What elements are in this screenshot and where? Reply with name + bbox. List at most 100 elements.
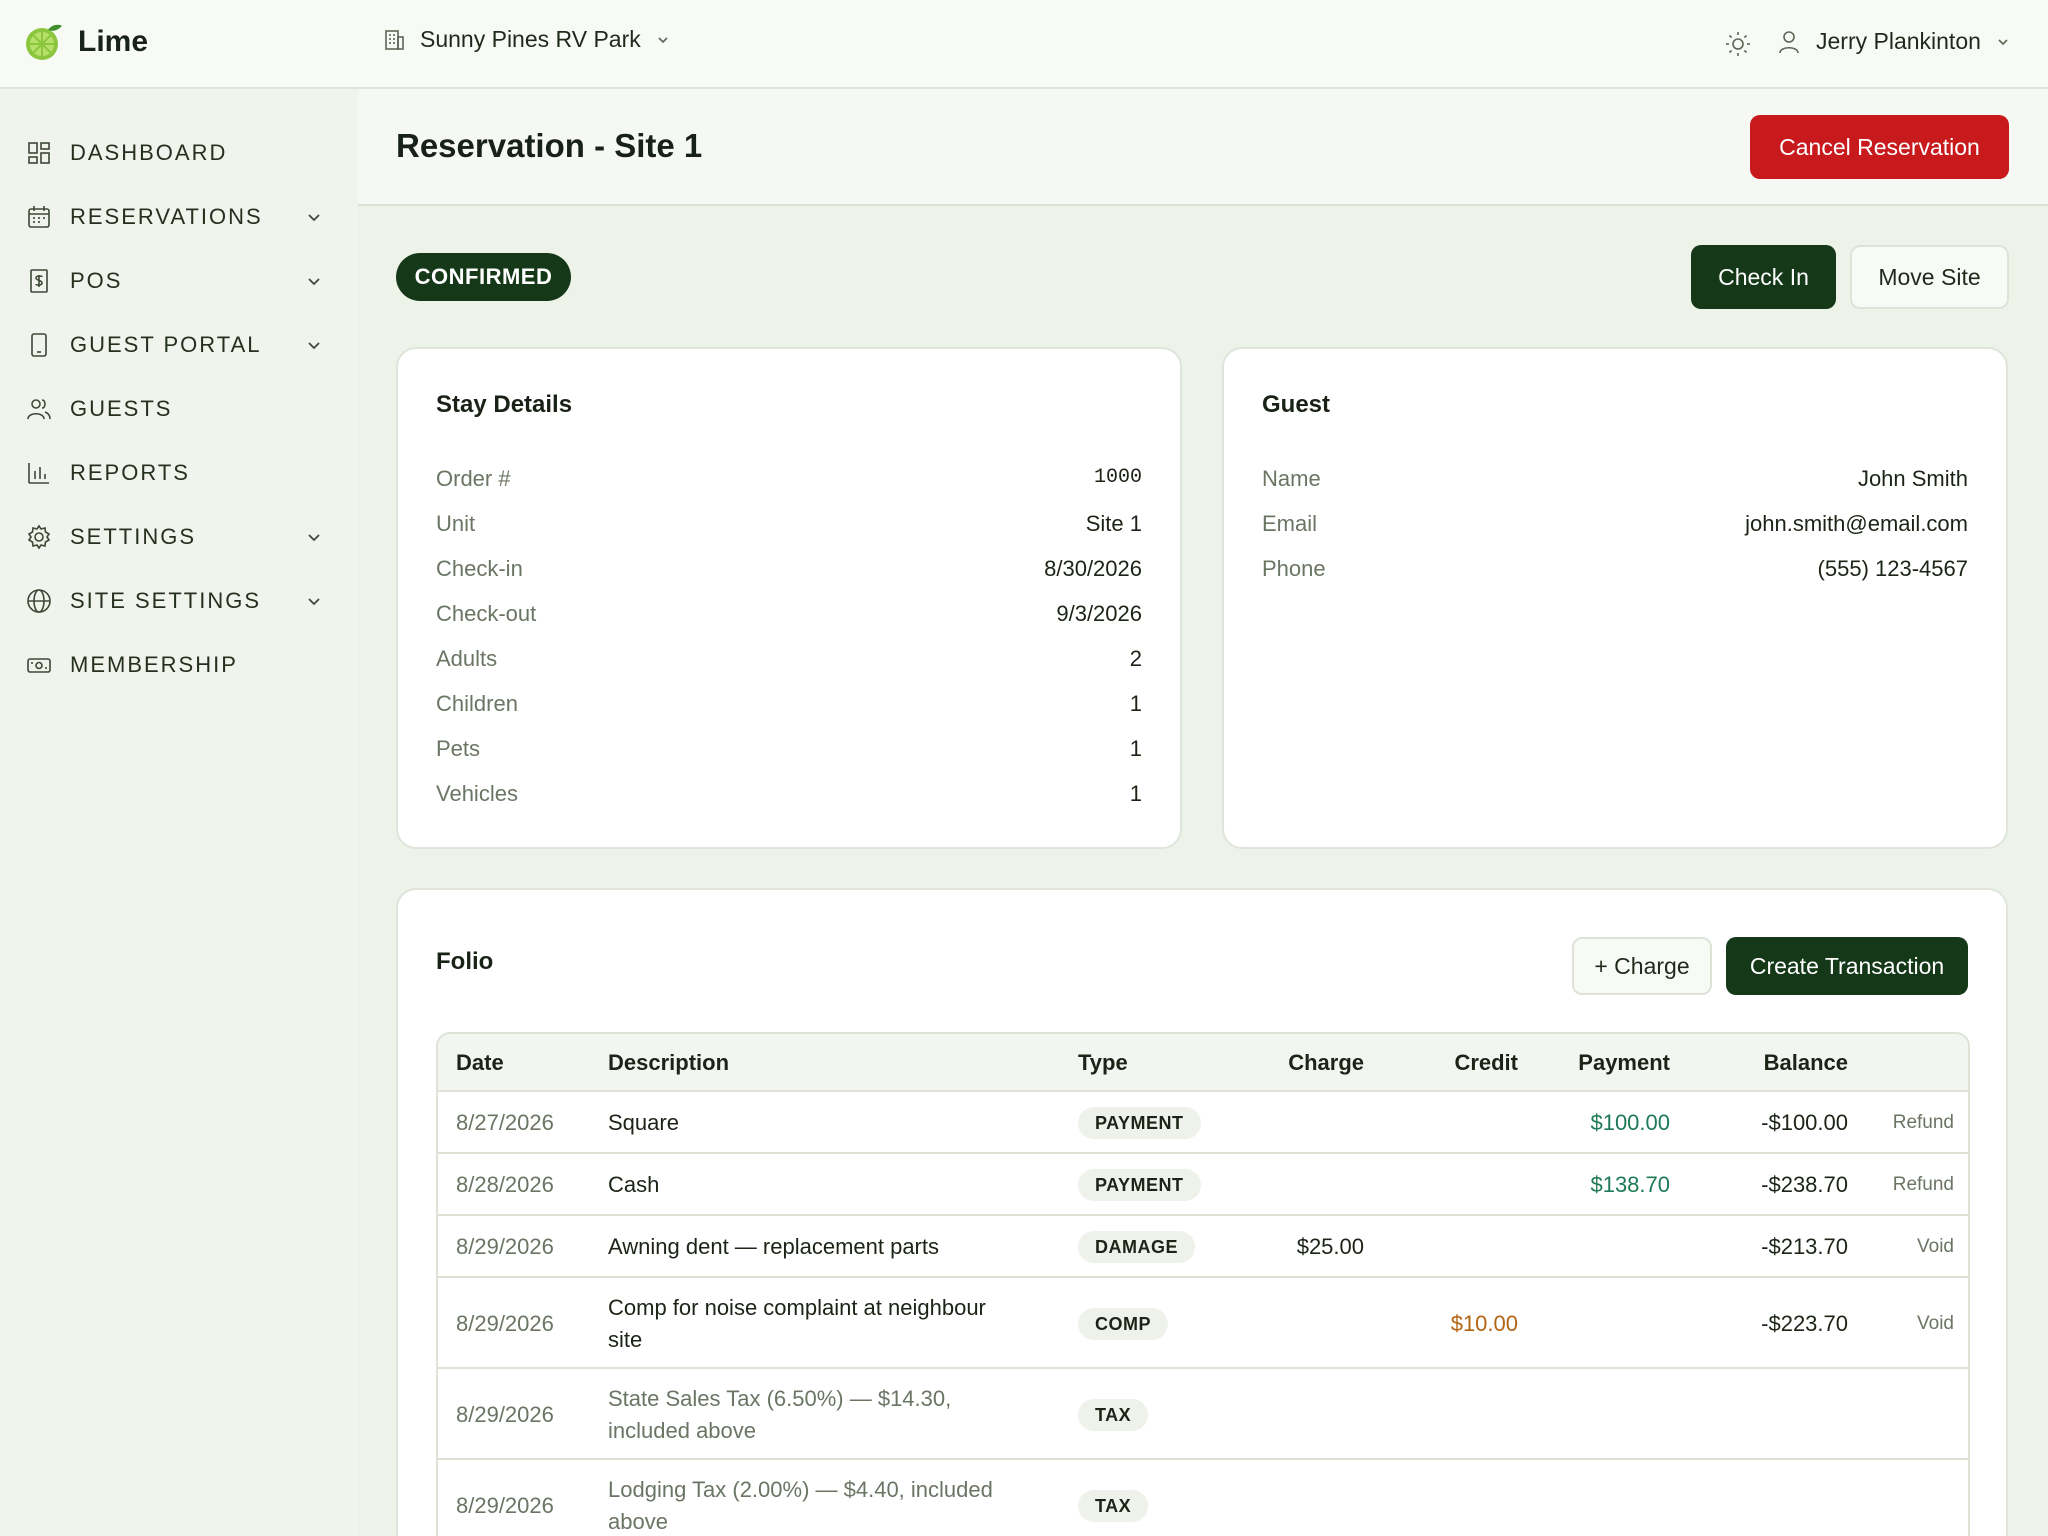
sidebar-item-label: MEMBERSHIP <box>70 652 238 677</box>
cancel-reservation-button[interactable]: Cancel Reservation <box>1750 115 2009 179</box>
membership-card-icon <box>27 658 51 673</box>
stay-row: Check-out 9/3/2026 <box>436 601 1142 631</box>
user-icon <box>1779 30 1799 53</box>
sidebar: DASHBOARD RESERVATIONS POS GUEST PORTAL GUES… <box>0 89 358 1536</box>
column-header[interactable]: Date <box>456 1050 504 1076</box>
chevron-down-icon <box>1998 38 2008 45</box>
user-menu[interactable]: Jerry Plankinton <box>1776 28 2011 55</box>
refund-link[interactable]: Refund <box>1893 1112 1954 1134</box>
sidebar-item-label: SITE SETTINGS <box>70 588 262 613</box>
receipt-icon <box>30 269 48 293</box>
guest-label: Phone <box>1262 556 1326 581</box>
sidebar-item-dashboard[interactable]: DASHBOARD <box>26 133 336 173</box>
page-title: Reservation - Site 1 <box>396 127 703 164</box>
chevron-down-icon <box>658 36 668 43</box>
column-header[interactable]: Description <box>608 1050 729 1076</box>
chevron-down-icon <box>308 342 320 350</box>
park-selector[interactable]: Sunny Pines RV Park <box>382 26 671 53</box>
check-in-button[interactable]: Check In <box>1691 245 1836 309</box>
move-site-button[interactable]: Move Site <box>1850 245 2009 309</box>
sidebar-item-settings[interactable]: SETTINGS <box>26 517 336 557</box>
row-description-cont: site <box>608 1327 643 1352</box>
sidebar-item-site-settings[interactable]: SITE SETTINGS <box>26 581 336 621</box>
sidebar-item-reports[interactable]: REPORTS <box>26 453 336 493</box>
bar-chart-icon <box>28 463 49 484</box>
row-description: Square <box>608 1110 679 1135</box>
row-charge: $25.00 <box>1296 1234 1364 1259</box>
stay-label: Order # <box>436 466 511 491</box>
dashboard-icon <box>28 142 50 164</box>
guest-row: Name John Smith <box>1262 466 1968 496</box>
column-header[interactable]: Charge <box>1288 1050 1364 1076</box>
row-balance: -$100.00 <box>1761 1110 1848 1135</box>
page-header: Reservation - Site 1 Cancel Reservation <box>358 89 2048 206</box>
row-payment: $138.70 <box>1590 1172 1670 1197</box>
status-badge: CONFIRMED <box>396 253 571 301</box>
guest-title: Guest <box>1262 391 1331 418</box>
sidebar-item-reservations[interactable]: RESERVATIONS <box>26 197 336 237</box>
stay-row: Adults 2 <box>436 646 1142 676</box>
row-date: 8/27/2026 <box>456 1110 554 1135</box>
row-date: 8/28/2026 <box>456 1172 554 1197</box>
sidebar-item-pos[interactable]: POS <box>26 261 336 301</box>
sidebar-item-label: GUESTS <box>70 396 173 421</box>
void-link[interactable]: Void <box>1917 1313 1954 1335</box>
app-logo[interactable]: Lime <box>24 22 148 62</box>
folio-table: Date Description Type Charge Credit Payment Ba… <box>436 1032 1970 1536</box>
row-description: Lodging Tax (2.00%) — $4.40, included <box>608 1477 993 1502</box>
chevron-down-icon <box>308 598 320 606</box>
table-row[interactable]: 8/29/2026 Comp for noise complaint at nei… <box>438 1278 1968 1369</box>
row-description: Awning dent — replacement parts <box>608 1234 939 1259</box>
stay-value: 8/30/2026 <box>1044 556 1142 581</box>
stay-value: 1000 <box>1093 466 1142 489</box>
sidebar-item-guests[interactable]: GUESTS <box>26 389 336 429</box>
guest-value: john.smith@email.com <box>1745 511 1968 536</box>
stay-details-card: Stay Details Order # 1000 Unit Site 1 Check-… <box>396 347 1182 849</box>
add-charge-button[interactable]: + Charge <box>1572 937 1712 995</box>
sun-icon <box>1726 32 1750 56</box>
calendar-icon <box>28 206 50 228</box>
void-link[interactable]: Void <box>1917 1236 1954 1258</box>
table-row[interactable]: 8/27/2026 Square PAYMENT $100.00 -$100.00 Ref… <box>438 1092 1968 1154</box>
theme-toggle[interactable] <box>1724 30 1752 58</box>
type-badge: PAYMENT <box>1078 1107 1201 1139</box>
create-transaction-button[interactable]: Create Transaction <box>1726 937 1968 995</box>
building-icon <box>385 29 404 50</box>
table-row[interactable]: 8/29/2026 Lodging Tax (2.00%) — $4.40, in… <box>438 1460 1968 1536</box>
column-header[interactable]: Credit <box>1454 1050 1518 1076</box>
sidebar-item-label: REPORTS <box>70 460 190 485</box>
sidebar-item-membership[interactable]: MEMBERSHIP <box>26 645 336 685</box>
column-header[interactable]: Balance <box>1764 1050 1848 1076</box>
table-row[interactable]: 8/28/2026 Cash PAYMENT $138.70 -$238.70 Refun… <box>438 1154 1968 1216</box>
refund-link[interactable]: Refund <box>1893 1174 1954 1196</box>
stay-row: Children 1 <box>436 691 1142 721</box>
column-header[interactable]: Payment <box>1578 1050 1670 1076</box>
sidebar-item-label: RESERVATIONS <box>70 204 263 229</box>
column-header[interactable]: Type <box>1078 1050 1128 1076</box>
stay-row: Check-in 8/30/2026 <box>436 556 1142 586</box>
stay-label: Check-out <box>436 601 537 626</box>
sidebar-item-guest-portal[interactable]: GUEST PORTAL <box>26 325 336 365</box>
stay-row: Order # 1000 <box>436 466 1142 496</box>
type-badge: TAX <box>1078 1399 1149 1431</box>
stay-label: Vehicles <box>436 781 518 806</box>
main-content: Reservation - Site 1 Cancel Reservation … <box>358 89 2048 1536</box>
stay-row: Vehicles 1 <box>436 781 1142 811</box>
row-description: Cash <box>608 1172 660 1197</box>
stay-row: Unit Site 1 <box>436 511 1142 541</box>
chevron-down-icon <box>308 278 320 286</box>
park-name: Sunny Pines RV Park <box>420 26 641 52</box>
guest-card: Guest Name John Smith Email john.smith@emai… <box>1222 347 2008 849</box>
folio-title: Folio <box>436 948 494 975</box>
row-credit: $10.00 <box>1450 1311 1518 1336</box>
table-row[interactable]: 8/29/2026 State Sales Tax (6.50%) — $14.3… <box>438 1369 1968 1460</box>
top-bar: Lime Sunny Pines RV Park Jerry Plankinto… <box>0 0 2048 89</box>
sidebar-item-label: SETTINGS <box>70 524 197 549</box>
chevron-down-icon <box>308 534 320 542</box>
guest-label: Email <box>1262 511 1318 536</box>
stay-value: 2 <box>1129 646 1142 671</box>
guest-row: Phone (555) 123-4567 <box>1262 556 1968 586</box>
row-description: Comp for noise complaint at neighbour <box>608 1295 986 1320</box>
globe-icon <box>27 589 51 613</box>
table-row[interactable]: 8/29/2026 Awning dent — replacement parts… <box>438 1216 1968 1278</box>
